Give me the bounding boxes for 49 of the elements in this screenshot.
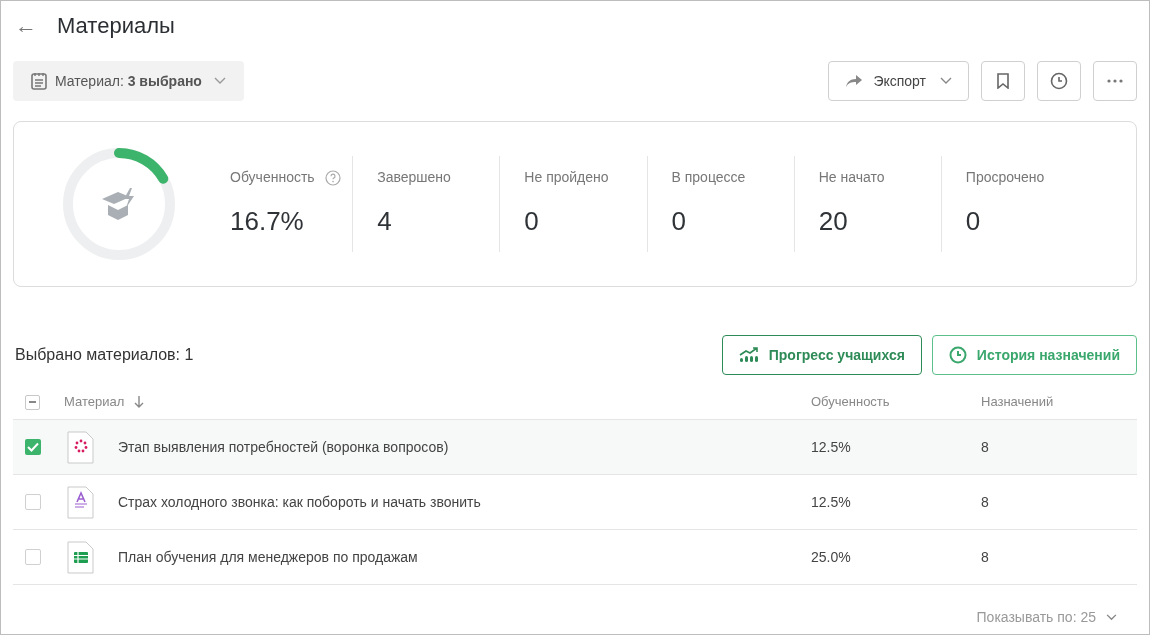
stat-label: Обученность	[230, 168, 315, 187]
help-icon[interactable]	[324, 169, 341, 186]
table-cell: 12.5%	[811, 438, 851, 455]
more-button[interactable]	[1093, 61, 1137, 101]
bookmark-button[interactable]	[981, 61, 1025, 101]
column-header: Обученность	[811, 394, 890, 410]
calendar-icon	[31, 72, 47, 90]
select-all-checkbox[interactable]	[25, 394, 40, 410]
column-header: Назначений	[981, 394, 1054, 410]
page-title: Материалы	[57, 11, 175, 40]
material-name[interactable]: План обучения для менеджеров по продажам	[118, 546, 418, 568]
chevron-icon	[213, 77, 226, 85]
stat-label: Просрочено	[965, 168, 1045, 187]
stat-value: 0	[524, 205, 540, 238]
material-filter[interactable]: Материал: 3 выбрано	[13, 61, 244, 101]
table-cell: 8	[981, 493, 989, 510]
stat-value: 16.7%	[230, 205, 305, 238]
table-cell: 12.5%	[811, 493, 851, 510]
selected-count: Выбрано материалов: 1	[15, 345, 195, 365]
stat-value: 20	[818, 205, 849, 238]
back-arrow[interactable]: ←	[15, 8, 37, 42]
share-icon	[845, 74, 864, 88]
clock-icon	[1050, 72, 1068, 90]
stat-value: 4	[377, 205, 393, 238]
export-button[interactable]: Экспорт	[828, 61, 969, 101]
table-cell: 8	[981, 438, 989, 455]
table-cell: 8	[981, 548, 989, 565]
column-header[interactable]: Материал	[64, 392, 125, 412]
bookmark-icon	[997, 73, 1009, 89]
row-checkbox[interactable]	[25, 439, 41, 455]
more-icon	[1107, 79, 1123, 83]
learner-progress-button[interactable]: Прогресс учащихся	[721, 335, 922, 375]
row-checkbox[interactable]	[25, 494, 41, 510]
stat-value: 0	[671, 205, 687, 238]
material-name[interactable]: Этап выявления потребностей (воронка вопросов)	[118, 436, 449, 458]
sort-arrow-icon[interactable]	[134, 396, 145, 408]
row-checkbox[interactable]	[25, 549, 41, 565]
table-cell: 25.0%	[811, 548, 851, 565]
stat-value: 0	[965, 205, 982, 238]
stat-label: Не начато	[818, 168, 885, 187]
stat-label: Завершено	[377, 168, 451, 187]
stat-label: В процессе	[671, 168, 746, 187]
chevron-icon	[940, 77, 952, 85]
growth-chart-icon	[738, 347, 759, 363]
material-name[interactable]: Страх холодного звонка: как побороть и начать звонить	[118, 491, 481, 513]
chevron-icon	[1106, 614, 1117, 621]
clock-icon	[948, 346, 967, 364]
history-button[interactable]	[1037, 61, 1081, 101]
stat-label: Не пройдено	[524, 168, 609, 187]
